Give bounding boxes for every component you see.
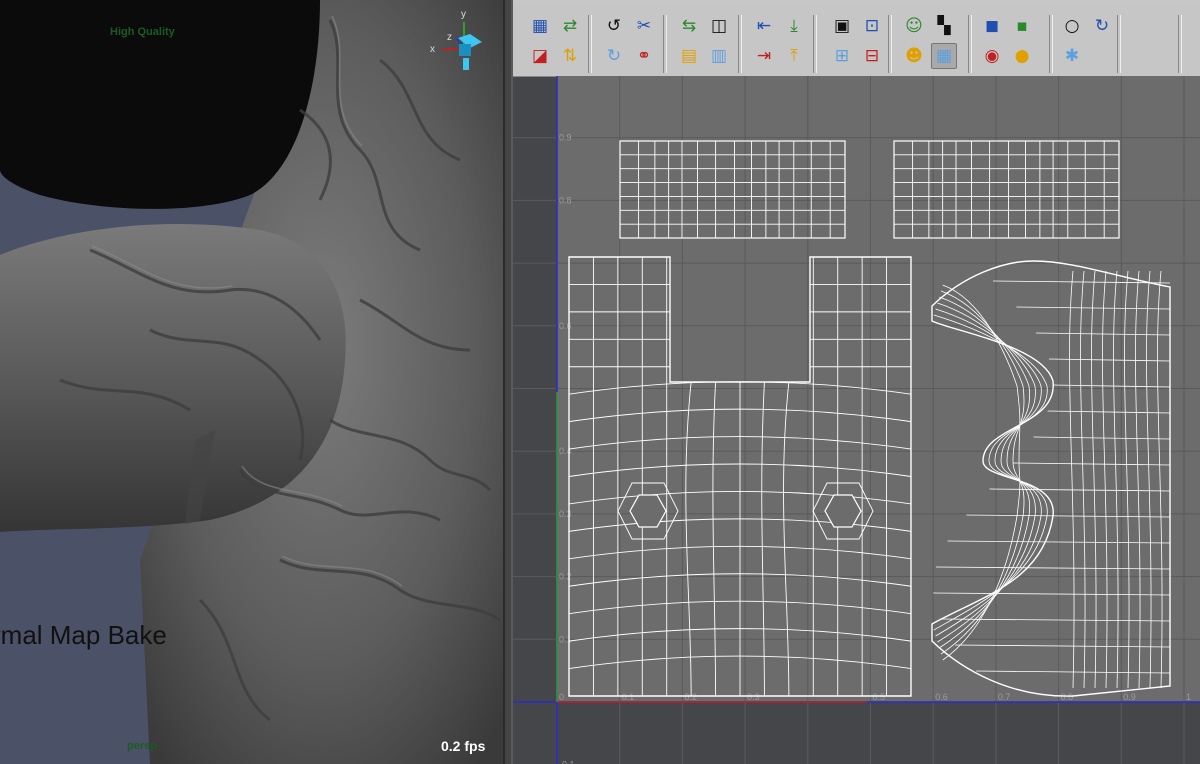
grid-remove-icon-glyph: ⊟ (864, 45, 880, 66)
checker-small-icon[interactable]: ▚ (931, 13, 957, 39)
cut-uv-icon[interactable]: ✂ (631, 13, 657, 39)
align-right-icon-glyph: ⇥ (756, 45, 772, 66)
align-top-icon-glyph: ⤒ (790, 45, 798, 66)
x-tick-label: 0.6 (935, 692, 948, 702)
perspective-viewport[interactable]: High Quality y x z rmal Map Bake persp 0… (0, 0, 503, 764)
pixel-snap-icon[interactable]: ▪ (1009, 13, 1035, 39)
alpha-channel-icon-glyph: ○ (1064, 15, 1080, 36)
relax-icon-glyph: ▥ (710, 45, 728, 66)
align-bottom-icon[interactable]: ⤓ (781, 13, 807, 39)
flip-u-icon-glyph: ⇄ (562, 15, 578, 36)
origin-label: 0 (559, 692, 564, 702)
quality-label: High Quality (110, 26, 175, 38)
uv-texture-editor: ▦ ◪ ⇄ ⇅ ↺ ↻ ✂ ⚭ ⇆ ▤ ◫ ▥ ⇤ ⇥ ⤓ ⤒ ▣ ⊞ ⊡ ⊟ ☺ ☻ ▚ ▦ ◼ ◉ ▪ ● ○ ✱ ↻ 0.1 0.2 0.… (513, 0, 1200, 764)
alpha-channel-icon[interactable]: ○ (1059, 13, 1085, 39)
unfold-icon-glyph: ◫ (710, 15, 728, 36)
pin-uv-icon[interactable]: ◪ (527, 43, 553, 69)
y-tick-label: -0.1 (559, 760, 575, 764)
rotate-ccw-icon-glyph: ↺ (606, 15, 622, 36)
toolbar-separator (1178, 15, 1182, 73)
isolate-icon-glyph: ◉ (984, 45, 1000, 66)
align-bottom-icon-glyph: ⤓ (790, 15, 798, 36)
view-cube-icon[interactable]: y x z (428, 8, 494, 80)
sew-uv-icon[interactable]: ⚭ (631, 43, 657, 69)
grid-display-icon-glyph: ▦ (935, 45, 953, 66)
image-dim-icon[interactable]: ☻ (901, 43, 927, 69)
y-tick-label: 0.9 (559, 133, 572, 143)
toolbar-separator (738, 15, 742, 73)
toolbar-separator (968, 15, 972, 73)
align-top-icon[interactable]: ⤒ (781, 43, 807, 69)
move-sew-icon[interactable]: ⇆ (676, 13, 702, 39)
toolbar-separator (663, 15, 667, 73)
toolbar-separator (1049, 15, 1053, 73)
toolbar-separator (588, 15, 592, 73)
move-sew-icon-glyph: ⇆ (681, 15, 697, 36)
grid-display-icon[interactable]: ▦ (931, 43, 957, 69)
panel-divider[interactable] (503, 0, 513, 764)
grid-snap-icon[interactable]: ⊡ (859, 13, 885, 39)
cut-uv-icon-glyph: ✂ (636, 15, 652, 36)
rotate-cw-icon[interactable]: ↻ (601, 43, 627, 69)
rgb-channels-icon-glyph: ● (1014, 45, 1030, 66)
pin-uv-icon-glyph: ◪ (531, 45, 549, 66)
checker-small-icon-glyph: ▚ (937, 15, 951, 36)
toolbar-separator (813, 15, 817, 73)
axis-x-label: x (430, 44, 435, 55)
image-dim-icon-glyph: ☻ (905, 45, 923, 66)
axis-z-label: z (447, 32, 452, 43)
grid-icon[interactable]: ▣ (829, 13, 855, 39)
uv-grid: 0.1 0.2 0.3 0.5 0.6 0.7 0.8 0.9 10.90.80.60.40.3… (513, 11, 1200, 764)
uv-toolbar: ▦ ◪ ⇄ ⇅ ↺ ↻ ✂ ⚭ ⇆ ▤ ◫ ▥ ⇤ ⇥ ⤓ ⤒ ▣ ⊞ ⊡ ⊟ ☺ ☻ ▚ ▦ ◼ ◉ ▪ ● ○ ✱ ↻ (513, 5, 1200, 77)
rotate-ccw-icon[interactable]: ↺ (601, 13, 627, 39)
rotate-cw-icon-glyph: ↻ (606, 45, 622, 66)
align-left-icon-glyph: ⇤ (756, 15, 772, 36)
x-tick-label: 0.7 (998, 692, 1011, 702)
uv-toolkit-icon[interactable]: ✱ (1059, 43, 1085, 69)
layout-icon[interactable]: ▤ (676, 43, 702, 69)
layout-icon-glyph: ▤ (680, 45, 698, 66)
axis-y-label: y (461, 9, 466, 20)
sew-uv-icon-glyph: ⚭ (636, 45, 652, 66)
refresh-icon-glyph: ↻ (1094, 15, 1110, 36)
x-tick-label: 0.3 (747, 692, 760, 702)
camera-label: persp (127, 740, 157, 752)
y-tick-label: 0.8 (559, 195, 572, 205)
image-portrait-icon-glyph: ☺ (905, 15, 923, 36)
pixel-snap-icon-glyph: ▪ (1016, 15, 1028, 36)
relax-icon[interactable]: ▥ (706, 43, 732, 69)
rgb-channels-icon[interactable]: ● (1009, 43, 1035, 69)
flip-v-icon[interactable]: ⇅ (557, 43, 583, 69)
toolbar-separator (888, 15, 892, 73)
toolbar-separator (1117, 15, 1121, 73)
isolate-icon[interactable]: ◉ (979, 43, 1005, 69)
x-tick-label: 0.1 (622, 692, 635, 702)
x-tick-label: 0.5 (873, 692, 886, 702)
grid-remove-icon[interactable]: ⊟ (859, 43, 885, 69)
uv-toolkit-icon-glyph: ✱ (1064, 45, 1080, 66)
flip-u-icon[interactable]: ⇄ (557, 13, 583, 39)
image-portrait-icon[interactable]: ☺ (901, 13, 927, 39)
unfold-icon[interactable]: ◫ (706, 13, 732, 39)
x-tick-label: 0.2 (684, 692, 697, 702)
x-tick-label: 1 (1186, 692, 1191, 702)
align-right-icon[interactable]: ⇥ (751, 43, 777, 69)
grid-icon-glyph: ▣ (833, 15, 851, 36)
align-left-icon[interactable]: ⇤ (751, 13, 777, 39)
checker-map-icon-glyph: ▦ (531, 15, 549, 36)
grid-add-icon-glyph: ⊞ (834, 45, 850, 66)
x-tick-label: 0.9 (1123, 692, 1136, 702)
fps-readout: 0.2 fps (441, 738, 486, 754)
refresh-icon[interactable]: ↻ (1089, 13, 1115, 39)
grid-snap-icon-glyph: ⊡ (864, 15, 880, 36)
grid-add-icon[interactable]: ⊞ (829, 43, 855, 69)
shaded-uv-icon[interactable]: ◼ (979, 13, 1005, 39)
flip-v-icon-glyph: ⇅ (562, 45, 578, 66)
shaded-uv-icon-glyph: ◼ (984, 15, 1000, 36)
overlay-title: rmal Map Bake (0, 620, 167, 650)
x-tick-label: 0.8 (1061, 692, 1074, 702)
uv-canvas[interactable]: 0.1 0.2 0.3 0.5 0.6 0.7 0.8 0.9 1 0.9 0.8 0.6 0.4 0.3… (513, 11, 1200, 764)
checker-map-icon[interactable]: ▦ (527, 13, 553, 39)
